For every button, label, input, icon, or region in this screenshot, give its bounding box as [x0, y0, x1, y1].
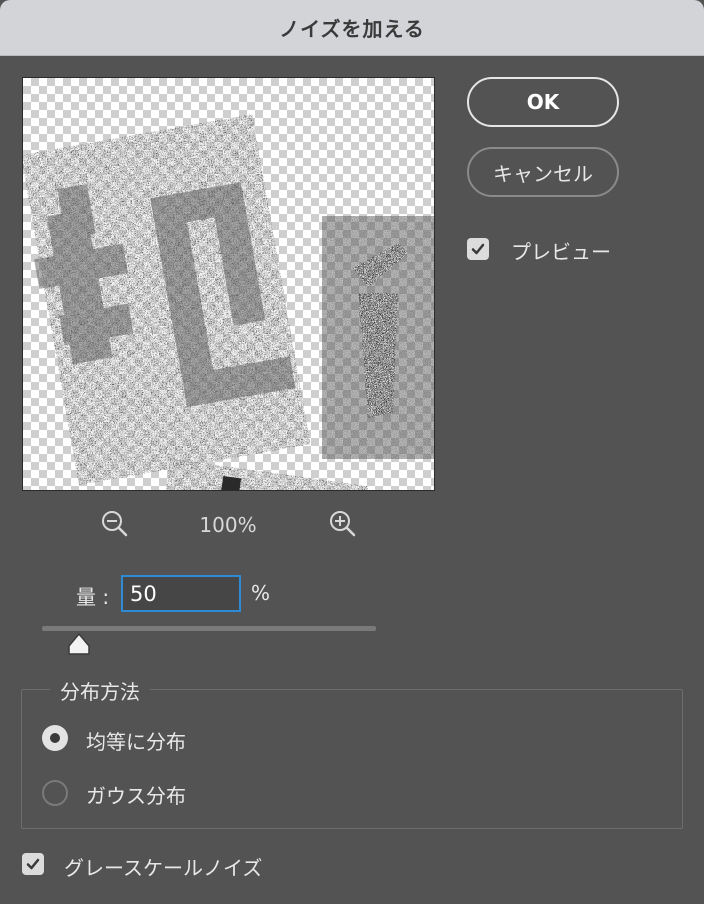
grayscale-checkbox-label: グレースケールノイズ: [64, 856, 263, 880]
amount-slider-track[interactable]: [42, 626, 376, 631]
radio-gaussian[interactable]: [42, 780, 68, 806]
radio-gaussian-label: ガウス分布: [86, 784, 186, 808]
dialog-title: ノイズを加える: [279, 17, 425, 41]
amount-unit: %: [251, 581, 271, 605]
filter-preview-canvas[interactable]: [22, 77, 435, 491]
dialog-titlebar: ノイズを加える: [0, 0, 704, 56]
grayscale-checkbox[interactable]: [22, 853, 44, 875]
radio-uniform[interactable]: [42, 725, 68, 751]
preview-image: [23, 114, 434, 490]
zoom-out-icon[interactable]: [100, 509, 130, 539]
amount-input[interactable]: [121, 575, 241, 612]
zoom-controls: 100%: [96, 505, 366, 541]
amount-slider-thumb[interactable]: [66, 632, 92, 656]
cancel-button[interactable]: キャンセル: [467, 147, 619, 197]
zoom-level: 100%: [199, 513, 257, 537]
preview-checkbox-label: プレビュー: [511, 240, 611, 264]
zoom-in-icon[interactable]: [328, 509, 358, 539]
amount-label: 量 :: [76, 585, 110, 609]
distribution-legend: 分布方法: [50, 676, 150, 705]
checkmark-icon: [26, 858, 40, 870]
preview-checkbox[interactable]: [467, 238, 489, 260]
radio-dot: [50, 733, 60, 743]
checkmark-icon: [471, 243, 485, 255]
ok-button[interactable]: OK: [467, 77, 619, 127]
radio-uniform-label: 均等に分布: [86, 730, 186, 754]
